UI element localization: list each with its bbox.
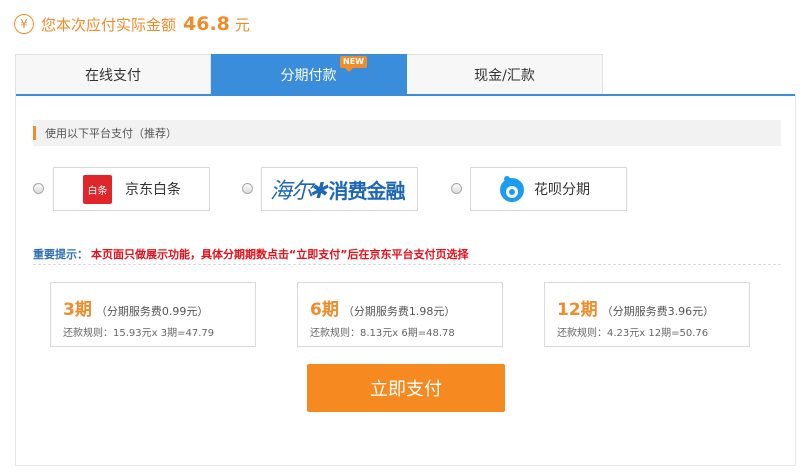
new-badge: NEW — [340, 56, 367, 72]
radio-huabei[interactable] — [451, 183, 462, 194]
plan-12-periods[interactable]: 12期 （分期服务费3.96元） 还款规则：4.23元x 12期=50.76 — [544, 282, 750, 347]
radio-jd-baitiao[interactable] — [33, 183, 44, 194]
important-notice: 重要提示： 本页面只做展示功能，具体分期期数点击“立即支付”后在京东平台支付页选择 — [33, 246, 468, 262]
notice-label: 重要提示： — [33, 248, 88, 261]
platform-jd-baitiao[interactable]: 白条 京东白条 — [53, 167, 210, 211]
plan-fee: （分期服务费1.98元） — [342, 305, 456, 318]
section-marker — [33, 126, 36, 140]
plan-6-periods[interactable]: 6期 （分期服务费1.98元） 还款规则：8.13元x 6期=48.78 — [297, 282, 503, 347]
platform-label: 京东白条 — [125, 182, 181, 198]
amount-label: 您本次应付实际金额 — [41, 15, 177, 34]
divider — [33, 264, 781, 265]
haier-consumer-finance-logo: 海尔✱ 消费金融 — [270, 179, 405, 204]
plan-fee: （分期服务费0.99元） — [95, 305, 209, 318]
payable-amount-row: ¥ 您本次应付实际金额 46.8 元 — [14, 12, 250, 36]
notice-message: 本页面只做展示功能，具体分期期数点击“立即支付”后在京东平台支付页选择 — [91, 248, 469, 261]
plan-term: 6期 — [310, 300, 339, 320]
section-title: 使用以下平台支付（推荐） — [45, 127, 177, 140]
plan-term: 12期 — [557, 300, 598, 320]
amount-unit: 元 — [234, 15, 250, 34]
radio-haier-finance[interactable] — [242, 183, 253, 194]
plan-fee: （分期服务费3.96元） — [601, 305, 715, 318]
tab-online-payment[interactable]: 在线支付 — [15, 54, 211, 95]
plan-rule: 还款规则：15.93元x 3期=47.79 — [63, 328, 215, 339]
plan-rule: 还款规则：4.23元x 12期=50.76 — [557, 328, 709, 339]
plan-3-periods[interactable]: 3期 （分期服务费0.99元） 还款规则：15.93元x 3期=47.79 — [50, 282, 256, 347]
platform-huabei[interactable]: 花呗分期 — [470, 167, 627, 211]
huabei-icon — [500, 176, 524, 202]
section-header: 使用以下平台支付（推荐） — [33, 120, 781, 146]
amount-value: 46.8 — [183, 13, 230, 35]
tab-cash-remittance[interactable]: 现金/汇款 — [407, 54, 603, 95]
platform-label: 花呗分期 — [534, 182, 590, 198]
yen-icon: ¥ — [14, 14, 34, 34]
pay-now-button[interactable]: 立即支付 — [307, 364, 505, 412]
payment-method-tabs: 在线支付 分期付款 现金/汇款 — [15, 54, 603, 95]
tab-installment[interactable]: 分期付款 — [211, 54, 407, 95]
jd-baitiao-icon: 白条 — [83, 174, 112, 204]
plan-rule: 还款规则：8.13元x 6期=48.78 — [310, 328, 455, 339]
platform-haier-finance[interactable]: 海尔✱ 消费金融 — [261, 167, 418, 211]
plan-term: 3期 — [63, 300, 92, 320]
